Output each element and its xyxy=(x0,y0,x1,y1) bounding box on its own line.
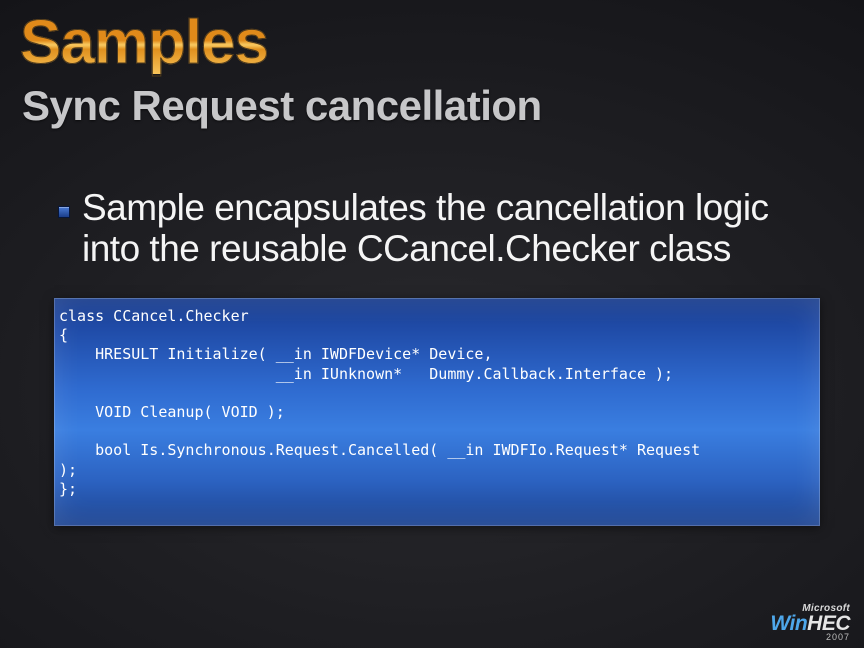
code-sample: class CCancel.Checker { HRESULT Initiali… xyxy=(54,298,820,526)
slide: Samples Sync Request cancellation Sample… xyxy=(0,0,864,648)
bullet-text: Sample encapsulates the cancellation log… xyxy=(82,188,824,269)
bullet-marker-icon xyxy=(58,206,70,218)
footer-branding: Microsoft WinHEC 2007 xyxy=(770,603,850,642)
slide-subtitle: Sync Request cancellation xyxy=(22,82,542,130)
slide-title: Samples xyxy=(20,12,268,74)
bullet-item: Sample encapsulates the cancellation log… xyxy=(60,188,824,269)
footer-brand-left: Win xyxy=(770,612,807,635)
